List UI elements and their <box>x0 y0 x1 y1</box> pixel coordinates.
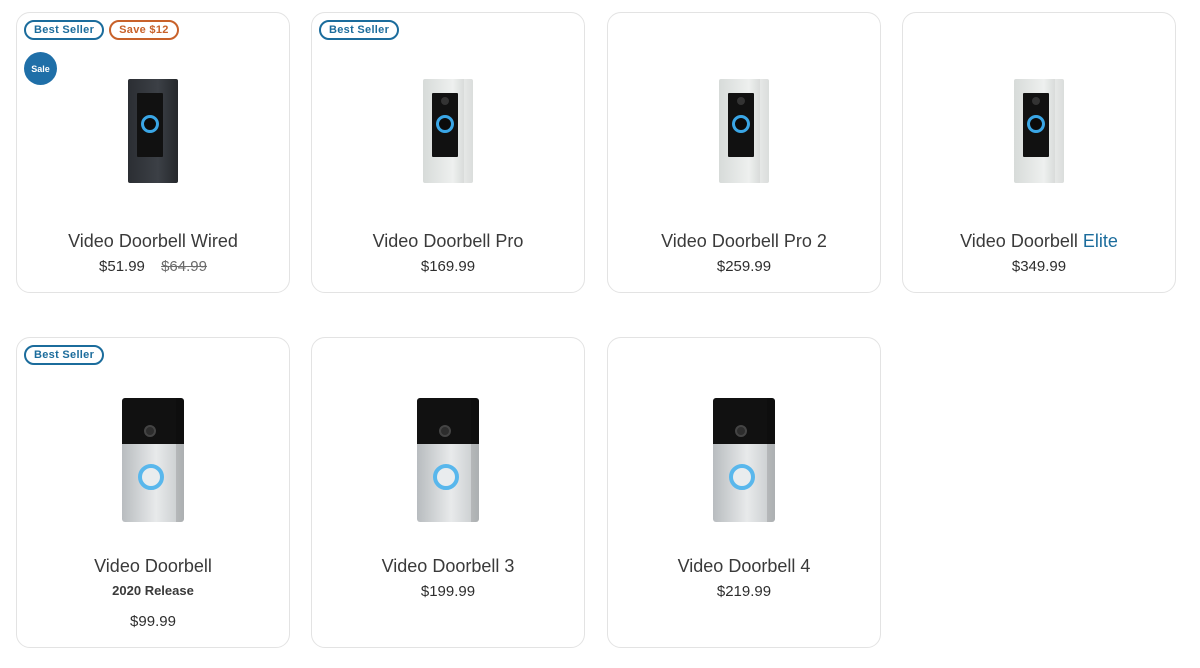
product-name[interactable]: Video Doorbell Elite <box>903 231 1175 252</box>
product-card-video-doorbell-4[interactable]: Video Doorbell 4 $219.99 <box>607 337 881 648</box>
price: $99.99 <box>130 613 176 630</box>
badge-group: Best Seller <box>319 20 400 40</box>
product-card-video-doorbell-3[interactable]: Video Doorbell 3 $199.99 <box>311 337 585 648</box>
price: $219.99 <box>716 583 772 600</box>
product-subtitle: 2020 Release <box>112 583 194 598</box>
sale-price: $51.99 <box>99 258 145 275</box>
product-name-highlight: Elite <box>1082 231 1118 251</box>
product-card-video-doorbell-wired[interactable]: Best Seller Save $12 Sale Video Doorbell… <box>16 12 290 293</box>
product-card-video-doorbell-pro-2[interactable]: Video Doorbell Pro 2 $259.99 <box>607 12 881 293</box>
product-card-video-doorbell-2020[interactable]: Best Seller Video Doorbell 2020 Release … <box>16 337 290 648</box>
product-name[interactable]: Video Doorbell 4 <box>608 556 880 577</box>
price: $199.99 <box>420 583 476 600</box>
product-card-video-doorbell-elite[interactable]: Video Doorbell Elite $349.99 <box>902 12 1176 293</box>
doorbell-4-icon <box>713 398 775 522</box>
doorbell-pro-2-icon <box>719 79 769 183</box>
doorbell-pro-icon <box>423 79 473 183</box>
badge-group: Best Seller Save $12 <box>24 20 179 40</box>
doorbell-2020-icon <box>122 398 184 522</box>
product-image[interactable] <box>17 398 289 533</box>
save-badge: Save $12 <box>109 20 179 40</box>
product-image[interactable] <box>17 79 289 199</box>
price: $259.99 <box>716 258 772 275</box>
best-seller-badge: Best Seller <box>24 20 105 40</box>
price: $349.99 <box>1011 258 1067 275</box>
product-name-prefix: Video Doorbell <box>960 231 1078 251</box>
product-image[interactable] <box>312 79 584 199</box>
product-card-video-doorbell-pro[interactable]: Best Seller Video Doorbell Pro $169.99 <box>311 12 585 293</box>
product-name[interactable]: Video Doorbell 3 <box>312 556 584 577</box>
product-image[interactable] <box>903 79 1175 199</box>
doorbell-wired-icon <box>128 79 178 183</box>
doorbell-3-icon <box>417 398 479 522</box>
product-image[interactable] <box>312 398 584 533</box>
price-row: $51.99 $64.99 <box>17 258 289 275</box>
product-name[interactable]: Video Doorbell Pro <box>312 231 584 252</box>
product-image[interactable] <box>608 398 880 533</box>
product-grid: Best Seller Save $12 Sale Video Doorbell… <box>0 0 1200 668</box>
product-image[interactable] <box>608 79 880 199</box>
price: $169.99 <box>420 258 476 275</box>
badge-group: Best Seller <box>24 345 105 365</box>
product-name[interactable]: Video Doorbell Wired <box>17 231 289 252</box>
best-seller-badge: Best Seller <box>24 345 105 365</box>
product-name[interactable]: Video Doorbell <box>17 556 289 577</box>
doorbell-elite-icon <box>1014 79 1064 183</box>
original-price: $64.99 <box>161 258 207 275</box>
product-name[interactable]: Video Doorbell Pro 2 <box>608 231 880 252</box>
best-seller-badge: Best Seller <box>319 20 400 40</box>
